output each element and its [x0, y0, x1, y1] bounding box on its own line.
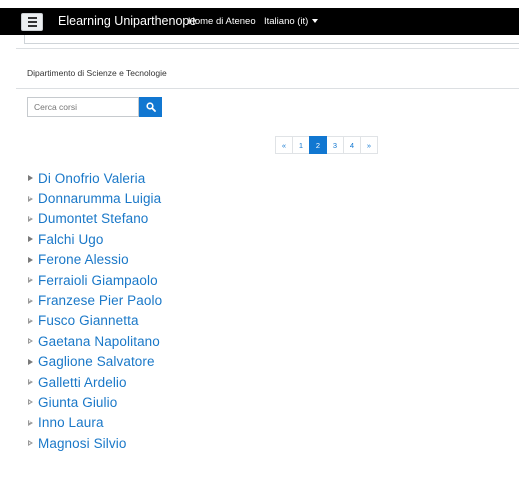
triangle-right-icon[interactable] — [28, 277, 33, 284]
category-item: Giunta Giulio — [28, 392, 162, 412]
triangle-right-icon[interactable] — [28, 297, 33, 304]
language-dropdown[interactable]: Italiano (it) — [264, 16, 319, 27]
category-item: Gaglione Salvatore — [28, 352, 162, 372]
category-list: Di Onofrio Valeria Donnarumma Luigia Dum… — [28, 168, 162, 453]
category-item: Ferone Alessio — [28, 250, 162, 270]
caret-down-icon — [312, 19, 319, 24]
pagination-page-1[interactable]: 1 — [292, 136, 310, 154]
page: Elearning Uniparthenope Home di Ateneo I… — [0, 0, 519, 477]
hamburger-icon — [27, 17, 37, 27]
category-link[interactable]: Gaetana Napolitano — [38, 334, 160, 349]
category-item: Galletti Ardelio — [28, 372, 162, 392]
triangle-right-icon[interactable] — [28, 338, 33, 345]
category-item: Gaetana Napolitano — [28, 331, 162, 351]
language-label: Italiano (it) — [264, 16, 309, 27]
category-link[interactable]: Fusco Giannetta — [38, 313, 139, 328]
pagination-page-2[interactable]: 2 — [309, 136, 327, 154]
category-item: Magnosi Silvio — [28, 433, 162, 453]
category-link[interactable]: Donnarumma Luigia — [38, 191, 161, 206]
pagination-page-4[interactable]: 4 — [343, 136, 361, 154]
triangle-right-icon[interactable] — [28, 440, 33, 447]
search-button[interactable] — [139, 97, 162, 117]
triangle-right-icon[interactable] — [28, 419, 33, 426]
triangle-right-icon[interactable] — [28, 215, 33, 222]
triangle-right-icon[interactable] — [28, 399, 33, 406]
triangle-right-icon[interactable] — [28, 317, 33, 324]
category-link[interactable]: Ferone Alessio — [38, 252, 129, 267]
department-title: Dipartimento di Scienze e Tecnologie — [27, 68, 167, 78]
pagination-page-3[interactable]: 3 — [326, 136, 344, 154]
menu-toggle-button[interactable] — [21, 13, 43, 31]
category-item: Falchi Ugo — [28, 229, 162, 249]
category-item: Donnarumma Luigia — [28, 188, 162, 208]
navbar: Elearning Uniparthenope Home di Ateneo I… — [0, 8, 519, 35]
category-link[interactable]: Dumontet Stefano — [38, 211, 148, 226]
page-header-cut — [0, 0, 519, 8]
content-card-edge — [24, 35, 519, 44]
triangle-right-icon[interactable] — [28, 175, 33, 182]
triangle-right-icon[interactable] — [28, 379, 33, 386]
triangle-right-icon[interactable] — [28, 358, 33, 365]
category-link[interactable]: Giunta Giulio — [38, 395, 117, 410]
category-item: Franzese Pier Paolo — [28, 290, 162, 310]
search-input[interactable] — [27, 97, 139, 117]
divider — [16, 88, 519, 89]
category-item: Ferraioli Giampaolo — [28, 270, 162, 290]
category-link[interactable]: Gaglione Salvatore — [38, 354, 155, 369]
category-link[interactable]: Ferraioli Giampaolo — [38, 273, 158, 288]
category-link[interactable]: Galletti Ardelio — [38, 375, 127, 390]
triangle-right-icon[interactable] — [28, 236, 33, 243]
category-item: Inno Laura — [28, 413, 162, 433]
triangle-right-icon[interactable] — [28, 256, 33, 263]
category-item: Dumontet Stefano — [28, 209, 162, 229]
category-link[interactable]: Di Onofrio Valeria — [38, 171, 145, 186]
category-item: Di Onofrio Valeria — [28, 168, 162, 188]
search-icon — [145, 102, 156, 112]
category-link[interactable]: Inno Laura — [38, 415, 104, 430]
brand-link[interactable]: Elearning Uniparthenope — [58, 14, 196, 28]
category-link[interactable]: Franzese Pier Paolo — [38, 293, 162, 308]
triangle-right-icon[interactable] — [28, 195, 33, 202]
category-link[interactable]: Falchi Ugo — [38, 232, 104, 247]
category-link[interactable]: Magnosi Silvio — [38, 436, 126, 451]
divider — [16, 48, 519, 49]
home-ateneo-link[interactable]: Home di Ateneo — [188, 16, 256, 27]
category-item: Fusco Giannetta — [28, 311, 162, 331]
pagination-next[interactable]: » — [360, 136, 378, 154]
pagination-prev[interactable]: « — [275, 136, 293, 154]
pagination: « 1 2 3 4 » — [275, 136, 378, 154]
